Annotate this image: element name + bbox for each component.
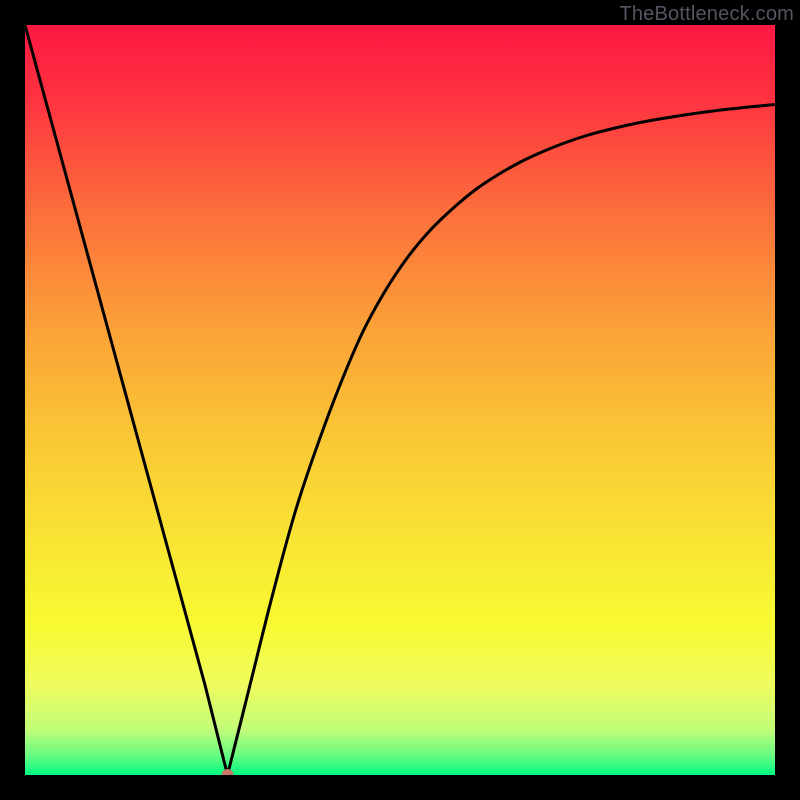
watermark-label: TheBottleneck.com (619, 3, 794, 26)
bottleneck-curve (25, 25, 775, 775)
chart-container: TheBottleneck.com (0, 0, 800, 800)
plot-area (25, 25, 775, 775)
